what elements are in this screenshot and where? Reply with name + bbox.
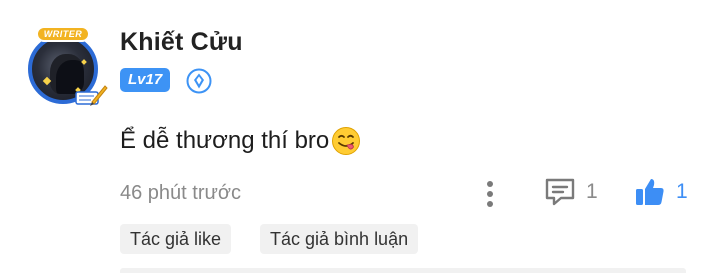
- reply-preview-edge: [120, 268, 686, 273]
- user-avatar[interactable]: WRITER: [22, 26, 108, 110]
- comment-icon: [545, 178, 575, 206]
- avatar-frame-badge: WRITER: [36, 26, 90, 42]
- pen-icon: [75, 85, 108, 106]
- username[interactable]: Khiết Cửu: [120, 28, 243, 57]
- tag-author-liked: Tác giả like: [120, 224, 232, 254]
- thumbs-up-icon: [636, 179, 664, 205]
- reply-button[interactable]: 1: [544, 176, 598, 208]
- comment-text-row: Ể dễ thương thí bro: [120, 126, 361, 156]
- like-count: 1: [676, 180, 688, 203]
- verified-badge-icon: [186, 68, 212, 94]
- yum-face-emoji-icon: [332, 127, 361, 155]
- comment-timestamp: 46 phút trước: [120, 182, 242, 204]
- level-badge: Lv17: [120, 68, 171, 92]
- tag-author-commented: Tác giả bình luận: [260, 224, 419, 254]
- like-button[interactable]: 1: [634, 176, 688, 208]
- more-options-icon[interactable]: [480, 178, 500, 210]
- comment-text: Ể dễ thương thí bro: [120, 127, 330, 154]
- reply-count: 1: [586, 180, 598, 203]
